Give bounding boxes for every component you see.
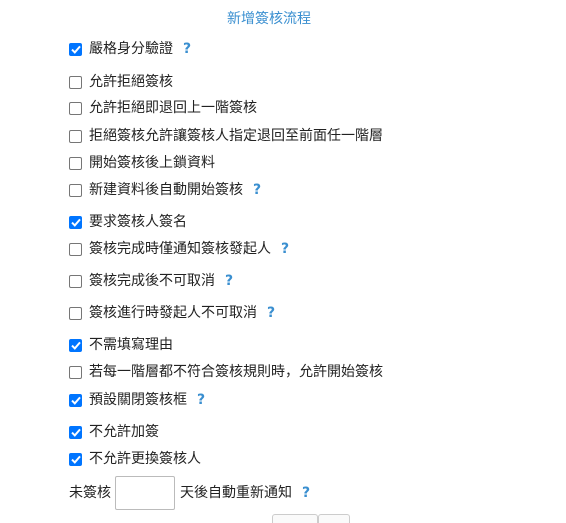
option-lock-data[interactable]: 開始簽核後上鎖資料 — [69, 154, 215, 172]
option-label: 簽核完成後不可取消 — [89, 273, 215, 289]
option-notify-initiator-only[interactable]: 簽核完成時僅通知簽核發起人 ? — [69, 240, 289, 258]
option-label: 嚴格身分驗證 — [89, 41, 173, 57]
help-icon[interactable]: ? — [253, 181, 261, 199]
checkbox[interactable] — [69, 42, 82, 56]
checkbox[interactable] — [69, 274, 82, 288]
option-label: 不允許更換簽核人 — [89, 451, 201, 467]
checkbox[interactable] — [69, 156, 82, 170]
checkbox[interactable] — [69, 129, 82, 143]
option-label: 簽核完成時僅通知簽核發起人 — [89, 241, 271, 257]
option-no-add-signer[interactable]: 不允許加簽 — [69, 423, 159, 441]
help-icon[interactable]: ? — [197, 391, 205, 409]
option-label: 要求簽核人簽名 — [89, 214, 187, 230]
checkbox[interactable] — [69, 306, 82, 320]
help-icon[interactable]: ? — [225, 272, 233, 290]
option-strict-auth[interactable]: 嚴格身分驗證 ? — [69, 40, 191, 58]
option-label: 拒絕簽核允許讓簽核人指定退回至前面任一階層 — [89, 128, 383, 144]
option-label: 不允許加簽 — [89, 424, 159, 440]
checkbox[interactable] — [69, 242, 82, 256]
option-require-signature[interactable]: 要求簽核人簽名 — [69, 213, 187, 231]
option-no-reason-required[interactable]: 不需填寫理由 — [69, 336, 173, 354]
dialog-title: 新增簽核流程 — [227, 11, 311, 27]
checkbox[interactable] — [69, 393, 82, 407]
option-no-cancel-after-complete[interactable]: 簽核完成後不可取消 ? — [69, 272, 233, 290]
option-reject-return-previous[interactable]: 允許拒絕即退回上一階簽核 — [69, 99, 257, 117]
option-close-sign-box[interactable]: 預設關閉簽核框 ? — [69, 391, 205, 409]
option-auto-start[interactable]: 新建資料後自動開始簽核 ? — [69, 181, 261, 199]
reminder-prefix: 未簽核 — [69, 485, 111, 501]
checkbox[interactable] — [69, 215, 82, 229]
checkbox[interactable] — [69, 425, 82, 439]
reminder-days-input[interactable] — [115, 476, 175, 510]
reminder-suffix: 天後自動重新通知 — [180, 485, 292, 501]
option-label: 預設關閉簽核框 — [89, 392, 187, 408]
help-icon[interactable]: ? — [281, 240, 289, 258]
checkbox[interactable] — [69, 183, 82, 197]
option-label: 簽核進行時發起人不可取消 — [89, 305, 257, 321]
option-label: 允許拒絕簽核 — [89, 74, 173, 90]
help-icon[interactable]: ? — [267, 304, 275, 322]
option-allow-reject[interactable]: 允許拒絕簽核 — [69, 73, 173, 91]
option-no-change-signer[interactable]: 不允許更換簽核人 — [69, 450, 201, 468]
option-label: 允許拒絕即退回上一階簽核 — [89, 100, 257, 116]
option-allow-start-no-match[interactable]: 若每一階層都不符合簽核規則時，允許開始簽核 — [69, 363, 383, 381]
checkbox[interactable] — [69, 365, 82, 379]
option-label: 若每一階層都不符合簽核規則時，允許開始簽核 — [89, 364, 383, 380]
option-label: 新建資料後自動開始簽核 — [89, 182, 243, 198]
help-icon[interactable]: ? — [183, 40, 191, 58]
help-icon[interactable]: ? — [302, 484, 310, 502]
reminder-row: 未簽核 天後自動重新通知 ? — [69, 476, 310, 510]
option-reject-return-any[interactable]: 拒絕簽核允許讓簽核人指定退回至前面任一階層 — [69, 127, 383, 145]
checkbox[interactable] — [69, 75, 82, 89]
option-no-cancel-in-progress[interactable]: 簽核進行時發起人不可取消 ? — [69, 304, 275, 322]
checkbox[interactable] — [69, 452, 82, 466]
checkbox[interactable] — [69, 338, 82, 352]
checkbox[interactable] — [69, 101, 82, 115]
option-label: 不需填寫理由 — [89, 337, 173, 353]
option-label: 開始簽核後上鎖資料 — [89, 155, 215, 171]
